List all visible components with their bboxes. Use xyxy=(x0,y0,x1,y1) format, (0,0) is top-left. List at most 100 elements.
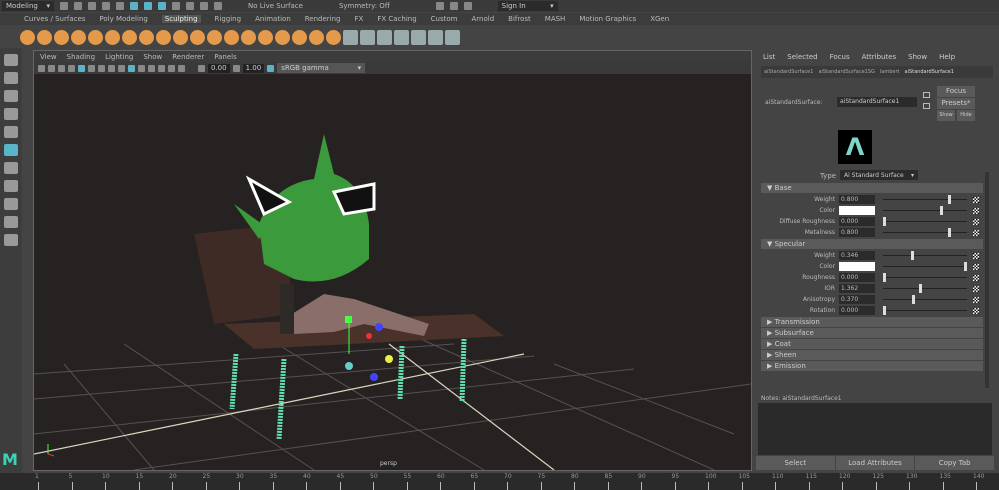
scene-view[interactable] xyxy=(34,74,751,470)
attribute-value-field[interactable]: 0.346 xyxy=(839,251,875,260)
map-button-icon[interactable] xyxy=(973,196,979,203)
attribute-slider[interactable] xyxy=(883,284,967,293)
xray-joints-icon[interactable] xyxy=(178,64,185,72)
paint-tool-icon[interactable] xyxy=(4,90,18,102)
ae-tab[interactable]: aiStandardSurface1 xyxy=(905,69,954,75)
ae-menu-item[interactable]: Focus xyxy=(830,53,850,61)
shelf-tab[interactable]: Motion Graphics xyxy=(579,15,636,23)
shelf-tool-icon[interactable] xyxy=(326,29,341,45)
shelf-tool-icon[interactable] xyxy=(275,29,290,45)
redo-icon[interactable] xyxy=(116,2,124,10)
move-tool-icon[interactable] xyxy=(4,108,18,120)
ambient-occlusion-icon[interactable] xyxy=(128,64,135,72)
shelf-tool-icon[interactable] xyxy=(37,29,52,45)
output-connections-icon[interactable] xyxy=(923,103,930,109)
shelf-tool-icon[interactable] xyxy=(139,29,154,45)
shelf-tool-icon[interactable] xyxy=(309,29,324,45)
show-button[interactable]: Show xyxy=(937,110,955,121)
exposure-field[interactable]: 0.00 xyxy=(208,63,230,73)
map-button-icon[interactable] xyxy=(973,229,979,236)
viewport-menu-item[interactable]: Shading xyxy=(67,53,95,61)
slider-handle[interactable] xyxy=(883,217,886,226)
shelf-tab[interactable]: Rendering xyxy=(305,15,341,23)
isolate-icon[interactable] xyxy=(158,64,165,72)
shelf-tool-icon[interactable] xyxy=(445,29,460,45)
undo-icon[interactable] xyxy=(102,2,110,10)
presets-button[interactable]: Presets* xyxy=(937,98,975,109)
map-button-icon[interactable] xyxy=(973,263,979,270)
layout-two-icon[interactable] xyxy=(4,216,18,228)
scale-tool-icon[interactable] xyxy=(4,144,18,156)
motion-blur-icon[interactable] xyxy=(138,64,145,72)
attribute-slider[interactable] xyxy=(883,306,967,315)
snap-grid-icon[interactable] xyxy=(186,2,194,10)
symmetry-label[interactable]: Symmetry: Off xyxy=(339,2,390,10)
image-plane-icon[interactable] xyxy=(58,64,65,72)
attribute-value-field[interactable]: 1.362 xyxy=(839,284,875,293)
shelf-tool-icon[interactable] xyxy=(173,29,188,45)
map-button-icon[interactable] xyxy=(973,296,979,303)
slider-handle[interactable] xyxy=(911,251,915,260)
shelf-tab[interactable]: FX Caching xyxy=(377,15,416,23)
smooth-shade-icon[interactable] xyxy=(88,64,95,72)
shelf-tool-icon[interactable] xyxy=(360,29,375,45)
ipr-render-icon[interactable] xyxy=(449,2,458,10)
hide-button[interactable]: Hide xyxy=(957,110,975,121)
map-button-icon[interactable] xyxy=(973,252,979,259)
rotate-tool-icon[interactable] xyxy=(4,126,18,138)
slider-handle[interactable] xyxy=(964,262,967,271)
slider-handle[interactable] xyxy=(912,295,916,304)
shelf-tab[interactable]: Bifrost xyxy=(508,15,531,23)
shelf-tool-icon[interactable] xyxy=(377,29,392,45)
viewport-menu-item[interactable]: Lighting xyxy=(105,53,133,61)
slider-handle[interactable] xyxy=(947,228,951,237)
shelf-tool-icon[interactable] xyxy=(122,29,137,45)
node-name-field[interactable]: aiStandardSurface1 xyxy=(837,97,917,107)
attribute-value-field[interactable]: 0.000 xyxy=(839,217,875,226)
shelf-tab[interactable]: FX xyxy=(355,15,364,23)
viewport-menu-item[interactable]: Show xyxy=(143,53,162,61)
slider-handle[interactable] xyxy=(883,306,886,315)
bookmark-icon[interactable] xyxy=(48,64,55,72)
lights-icon[interactable] xyxy=(108,64,115,72)
shelf-tool-icon[interactable] xyxy=(343,29,358,45)
shelf-tool-icon[interactable] xyxy=(105,29,120,45)
section-header-emission[interactable]: ▶ Emission xyxy=(761,361,983,371)
time-slider[interactable]: 1 5 10 15 20 25 30 35 40 45 50 55 60 65 70 75 80 85 90 95 10… xyxy=(0,473,999,490)
color-swatch[interactable] xyxy=(839,262,875,271)
snap-curve-icon[interactable] xyxy=(200,2,208,10)
attribute-slider[interactable] xyxy=(883,217,967,226)
attribute-slider[interactable] xyxy=(883,295,967,304)
exposure-icon[interactable] xyxy=(198,64,205,72)
slider-handle[interactable] xyxy=(919,284,923,293)
ae-menu-item[interactable]: Help xyxy=(939,53,955,61)
shelf-tab[interactable]: Poly Modeling xyxy=(99,15,147,23)
select-button[interactable]: Select xyxy=(756,456,835,470)
shelf-tab[interactable]: Sculpting xyxy=(161,15,201,23)
shelf-tool-icon[interactable] xyxy=(207,29,222,45)
map-button-icon[interactable] xyxy=(973,274,979,281)
shelf-tab[interactable]: Custom xyxy=(431,15,458,23)
shelf-tool-icon[interactable] xyxy=(394,29,409,45)
attribute-slider[interactable] xyxy=(883,262,967,271)
shelf-tab[interactable]: Arnold xyxy=(472,15,495,23)
attribute-slider[interactable] xyxy=(883,251,967,260)
last-tool-icon[interactable] xyxy=(4,162,18,174)
ae-tab[interactable]: aiStandardSurface1 xyxy=(764,69,813,75)
shelf-tool-icon[interactable] xyxy=(428,29,443,45)
aa-icon[interactable] xyxy=(148,64,155,72)
color-space-dropdown[interactable]: sRGB gamma ▾ xyxy=(277,63,366,73)
shelf-tool-icon[interactable] xyxy=(190,29,205,45)
focus-button[interactable]: Focus xyxy=(937,86,975,97)
select-object-icon[interactable] xyxy=(144,2,152,10)
ae-menu-item[interactable]: Attributes xyxy=(862,53,897,61)
attribute-slider[interactable] xyxy=(883,206,967,215)
shelf-tool-icon[interactable] xyxy=(241,29,256,45)
shelf-tool-icon[interactable] xyxy=(258,29,273,45)
render-settings-icon[interactable] xyxy=(463,2,472,10)
viewport[interactable]: View Shading Lighting Show Renderer Panels 0.… xyxy=(33,50,752,471)
attribute-slider[interactable] xyxy=(883,228,967,237)
shelf-tab[interactable]: XGen xyxy=(650,15,669,23)
shelf-tab[interactable]: Animation xyxy=(255,15,291,23)
section-header-subsurface[interactable]: ▶ Subsurface xyxy=(761,328,983,338)
